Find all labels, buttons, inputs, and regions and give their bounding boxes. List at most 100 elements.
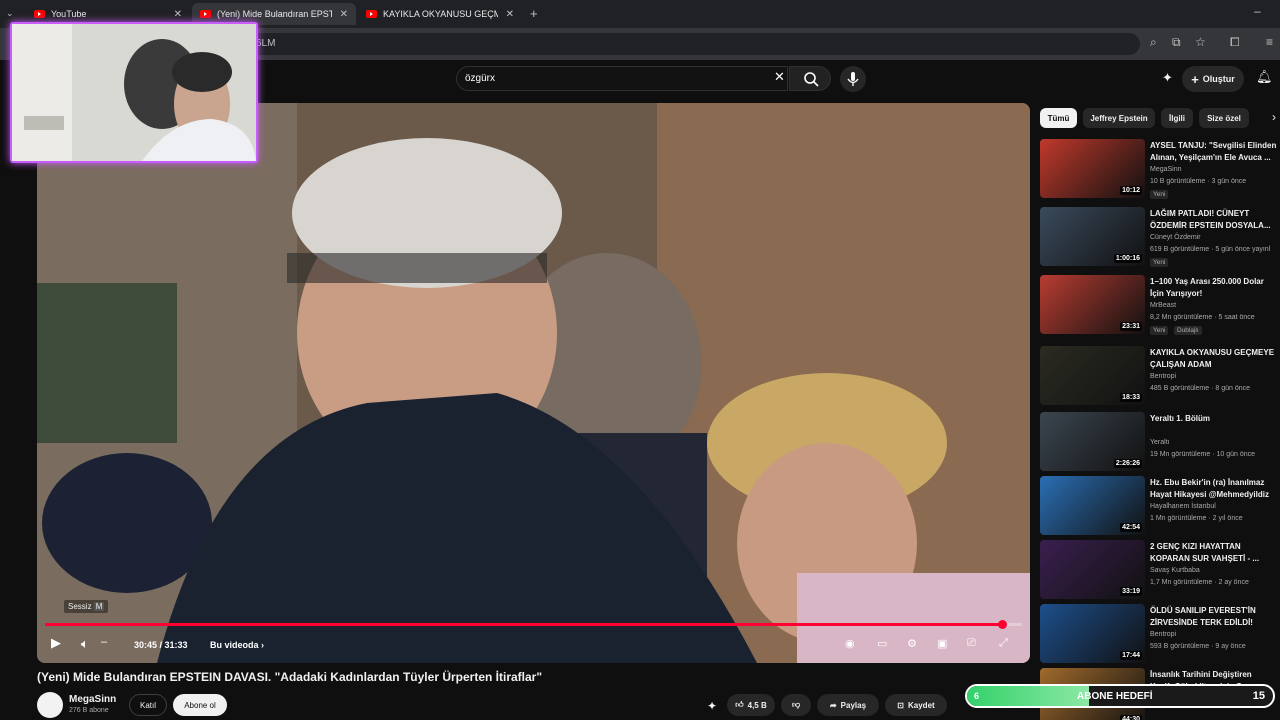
progress-bar[interactable] [45, 620, 1022, 629]
video-thumbnail[interactable]: 10:12 [1040, 139, 1145, 198]
bookmark-star-icon[interactable]: ☆ [1195, 35, 1206, 49]
recommendation-title[interactable]: 1–100 Yaş Arası 250.000 Dolar İçin Yarışı… [1150, 276, 1280, 300]
recommendation-title[interactable]: LAĞIM PATLADI! CÜNEYT ÖZDEMİR EPSTEIN DOS… [1150, 208, 1280, 232]
recommendation-title[interactable]: Yeraltı 1. Bölüm [1150, 413, 1280, 425]
autoplay-icon[interactable]: ◉ [845, 637, 855, 650]
duration-badge: 17:44 [1120, 651, 1142, 660]
recommendation-channel[interactable]: Savaş Kurtbaba [1150, 567, 1200, 574]
recommendation-item[interactable]: 1:00:16 LAĞIM PATLADI! CÜNEYT ÖZDEMİR EPST… [1040, 207, 1280, 267]
player-controls: ▶ 🔈︎ – 30:45 / 31:33 Bu videoda › ◉ ▭ ⚙ … [37, 631, 1030, 663]
reading-list-icon[interactable]: ≡ [1266, 35, 1273, 49]
channel-name[interactable]: MegaSinn [69, 694, 116, 705]
recommendation-title[interactable]: KAYIKLA OKYANUSU GEÇMEYE ÇALIŞAN ADAM [1150, 347, 1280, 371]
minimize-icon[interactable]: – [1254, 4, 1261, 18]
subtitles-icon[interactable]: ▭ [877, 637, 887, 650]
recommendation-item[interactable]: 10:12 AYSEL TANJU: "Sevgilisi Elinden Alın… [1040, 139, 1280, 199]
video-thumbnail[interactable]: 23:31 [1040, 275, 1145, 334]
save-label: Kaydet [908, 700, 935, 710]
video-thumbnail[interactable]: 42:54 [1040, 476, 1145, 535]
cast-icon[interactable]: ⧉ [1172, 35, 1181, 50]
volume-slider[interactable]: – [101, 636, 107, 648]
gemini-icon[interactable]: ✦ [1162, 70, 1173, 86]
recommendation-item[interactable]: 33:19 2 GENÇ KIZI HAYATTAN KOPARAN SUR VAH… [1040, 540, 1280, 600]
title-line-1: 2 GENÇ KIZI HAYATTAN [1150, 542, 1241, 551]
recommendation-item[interactable]: 2:26:26 Yeraltı 1. Bölüm Yeraltı 19 Mn görü… [1040, 412, 1280, 472]
chevron-right-icon[interactable]: › [1272, 110, 1276, 124]
new-badge: Yeni [1150, 258, 1169, 267]
chapter-button[interactable]: Bu videoda › [210, 640, 264, 650]
chip-jeffrey-epstein[interactable]: Jeffrey Epstein [1083, 108, 1155, 128]
create-button[interactable]: + Oluştur [1182, 66, 1244, 92]
join-button[interactable]: Katıl [129, 694, 167, 716]
miniplayer-icon[interactable]: ▣ [937, 637, 947, 650]
chip-for-you[interactable]: Size özel [1199, 108, 1249, 128]
video-thumbnail[interactable]: 17:44 [1040, 604, 1145, 663]
duration-badge: 18:33 [1120, 393, 1142, 402]
subscriber-count: 276 B abone [69, 707, 109, 714]
recommendation-title[interactable]: ÖLDÜ SANILIP EVEREST'İN ZİRVESİNDE TERK E… [1150, 605, 1280, 629]
video-thumbnail[interactable]: 33:19 [1040, 540, 1145, 599]
extensions-icon[interactable]: ⧠ [1230, 35, 1240, 50]
recommendation-channel[interactable]: Cüneyt Özdemir [1150, 234, 1201, 241]
recommendation-channel[interactable]: Bentropi [1150, 373, 1176, 380]
mic-icon [847, 72, 859, 86]
close-icon[interactable]: ✕ [506, 9, 514, 20]
duration-badge: 10:12 [1120, 186, 1142, 195]
video-player[interactable]: Sessiz M ▶ 🔈︎ – 30:45 / 31:33 Bu videoda… [37, 103, 1030, 663]
share-button[interactable]: ➦ Paylaş [817, 694, 879, 716]
fullscreen-icon[interactable]: ⤢ [999, 637, 1008, 650]
video-title: (Yeni) Mide Bulandıran EPSTEIN DAVASI. "… [37, 670, 543, 684]
share-label: Paylaş [840, 700, 867, 710]
title-line-1: ÖLDÜ SANILIP EVEREST'İN [1150, 606, 1256, 615]
duration-badge: 33:19 [1120, 587, 1142, 596]
url-input[interactable]: 6LM [220, 33, 1140, 55]
youtube-favicon-icon [366, 10, 377, 18]
cast-icon[interactable]: ⎚ [967, 637, 976, 650]
tab-label: (Yeni) Mide Bulandıran EPSTEIN [217, 9, 332, 19]
recommendation-title[interactable]: AYSEL TANJU: "Sevgilisi Elinden Alınan, Y… [1150, 140, 1280, 164]
recommendation-meta: 19 Mn görüntüleme · 10 gün önce [1150, 451, 1256, 458]
tab-search-icon[interactable]: ⌄ [6, 8, 14, 19]
play-icon[interactable]: ▶ [51, 635, 61, 651]
volume-icon[interactable]: 🔈︎ [81, 636, 89, 652]
tab-kayikla[interactable]: KAYIKLA OKYANUSU GEÇMEYE ✕ [358, 3, 522, 25]
recommendation-item[interactable]: 17:44 ÖLDÜ SANILIP EVEREST'İN ZİRVESİNDE T… [1040, 604, 1280, 664]
settings-gear-icon[interactable]: ⚙ [907, 637, 917, 650]
notifications-bell-icon[interactable]: 🔔︎ [1256, 69, 1273, 85]
recommendation-item[interactable]: 18:33 KAYIKLA OKYANUSU GEÇMEYE ÇALIŞAN ADA… [1040, 346, 1280, 406]
close-icon[interactable]: ✕ [340, 9, 348, 20]
recommendation-channel[interactable]: Hayalhanem İstanbul [1150, 503, 1216, 510]
video-thumbnail[interactable]: 2:26:26 [1040, 412, 1145, 471]
recommendation-channel[interactable]: MegaSinn [1150, 166, 1182, 173]
zoom-icon[interactable]: ⌕ [1150, 35, 1157, 50]
recommendation-title[interactable]: Hz. Ebu Bekir'in (ra) İnanılmaz Hayat Hik… [1150, 477, 1280, 501]
tab-label: YouTube [51, 9, 87, 19]
recommendation-meta: 619 B görüntüleme · 5 gün önce yayınl [1150, 246, 1271, 253]
search-input[interactable]: özgürx [456, 66, 788, 91]
ask-ai-icon[interactable]: ✦ [707, 699, 717, 713]
voice-search-button[interactable] [840, 66, 866, 92]
channel-avatar[interactable] [37, 692, 63, 718]
close-icon[interactable]: ✕ [174, 9, 182, 20]
subscribe-button[interactable]: Abone ol [173, 694, 227, 716]
new-tab-icon[interactable]: + [530, 6, 538, 21]
recommendation-meta: 8,2 Mn görüntüleme · 5 saat önce [1150, 314, 1255, 321]
save-button[interactable]: ⊡ Kaydet [885, 694, 947, 716]
like-button[interactable]: 👍︎ 4,5 B [727, 694, 775, 716]
recommendation-meta: 1 Mn görüntüleme · 2 yıl önce [1150, 515, 1243, 522]
clear-search-icon[interactable]: ✕ [774, 69, 785, 85]
video-thumbnail[interactable]: 1:00:16 [1040, 207, 1145, 266]
search-button[interactable] [789, 66, 831, 91]
recommendation-item[interactable]: 42:54 Hz. Ebu Bekir'in (ra) İnanılmaz Haya… [1040, 476, 1280, 536]
recommendation-item[interactable]: 23:31 1–100 Yaş Arası 250.000 Dolar İçin Y… [1040, 275, 1280, 335]
streamer-webcam-image [12, 24, 256, 161]
mute-tooltip: Sessiz M [64, 600, 109, 613]
dislike-button[interactable]: 👎︎ [781, 694, 811, 716]
recommendation-channel[interactable]: MrBeast [1150, 302, 1176, 309]
chip-related[interactable]: İlgili [1161, 108, 1193, 128]
recommendation-title[interactable]: 2 GENÇ KIZI HAYATTAN KOPARAN SUR VAHŞETİ … [1150, 541, 1280, 565]
video-thumbnail[interactable]: 18:33 [1040, 346, 1145, 405]
recommendation-channel[interactable]: Bentropi [1150, 631, 1176, 638]
recommendation-channel[interactable]: Yeraltı [1150, 439, 1170, 446]
chip-all[interactable]: Tümü [1040, 108, 1077, 128]
